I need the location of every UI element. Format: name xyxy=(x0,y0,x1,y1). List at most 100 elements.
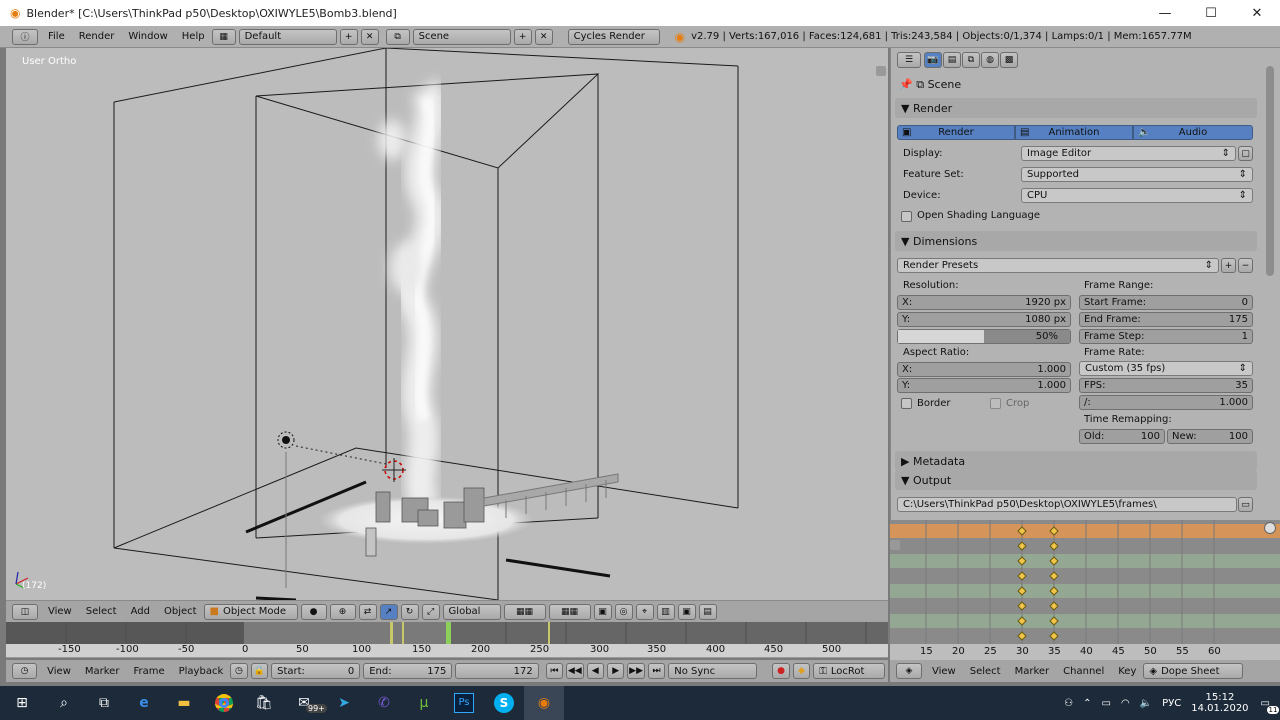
scene-selector[interactable]: Scene xyxy=(412,28,511,45)
menu-render[interactable]: Render xyxy=(72,31,122,42)
layer-lock-icon[interactable]: ▣ xyxy=(593,603,612,620)
notifications-icon[interactable]: ▭ 11 xyxy=(1261,698,1280,714)
keying-set-select[interactable]: ⚿ LocRot xyxy=(813,663,885,679)
display-select[interactable]: Image Editor ⇕ xyxy=(1021,146,1236,161)
orientation-select[interactable]: Global xyxy=(442,603,501,620)
start-frame-field[interactable]: Start: 0 xyxy=(271,663,361,679)
metadata-panel-header[interactable]: ▶ Metadata xyxy=(895,451,1257,471)
wifi-icon[interactable]: ◠ xyxy=(1121,698,1130,709)
record-icon[interactable]: ● xyxy=(772,663,790,679)
region-toggle-icon[interactable] xyxy=(876,66,886,76)
blender-task-icon[interactable]: ◉ xyxy=(524,686,564,720)
mode-select[interactable]: ■ Object Mode xyxy=(203,603,298,620)
shading-icon[interactable]: ● xyxy=(300,603,327,620)
clock[interactable]: 15:12 14.01.2020 xyxy=(1191,692,1248,714)
file-explorer-icon[interactable]: ▬ xyxy=(164,686,204,720)
texture-tab-icon[interactable]: ▩ xyxy=(1000,52,1018,68)
lock-interface-icon[interactable]: ▢ xyxy=(1238,146,1253,161)
resolution-x-field[interactable]: X: 1920 px xyxy=(897,295,1071,310)
menu-marker[interactable]: Marker xyxy=(1008,666,1057,677)
frame-step-field[interactable]: Frame Step: 1 xyxy=(1079,329,1253,344)
menu-help[interactable]: Help xyxy=(175,31,212,42)
dope-sheet[interactable]: 15 20 25 30 35 40 45 50 55 60 xyxy=(890,520,1280,660)
screen-selector[interactable]: Default xyxy=(238,28,337,45)
scrollbar-thumb[interactable] xyxy=(1266,66,1274,276)
battery-icon[interactable]: ▭ xyxy=(1102,698,1111,709)
play-icon[interactable]: ▶ xyxy=(606,663,625,679)
next-key-icon[interactable]: ▶▶ xyxy=(627,663,645,679)
world-tab-icon[interactable]: ◍ xyxy=(981,52,999,68)
translate-icon[interactable]: ↗ xyxy=(379,603,398,620)
end-frame-field[interactable]: End: 175 xyxy=(363,663,453,679)
windows-start-icon[interactable]: ⊞ xyxy=(0,686,44,720)
proportional-edit-icon[interactable]: ◎ xyxy=(614,603,633,620)
chrome-icon[interactable] xyxy=(204,686,244,720)
remap-old-field[interactable]: Old: 100 xyxy=(1079,429,1165,444)
remove-preset-icon[interactable]: − xyxy=(1238,258,1253,273)
photoshop-icon[interactable]: Ps xyxy=(444,686,484,720)
render-layers-tab-icon[interactable]: ▤ xyxy=(943,52,961,68)
telegram-icon[interactable]: ➤ xyxy=(324,686,364,720)
audio-button[interactable]: 🔈 Audio xyxy=(1133,125,1253,140)
opengl-anim-icon[interactable]: ▤ xyxy=(698,603,717,620)
3d-viewport[interactable]: User Ortho (172) xyxy=(6,48,888,600)
snap-icon[interactable]: ⌖ xyxy=(635,603,654,620)
dimensions-panel-header[interactable]: ▼ Dimensions xyxy=(895,231,1257,251)
render-tab-icon[interactable]: 📷 xyxy=(924,52,942,68)
animation-button[interactable]: ▤ Animation xyxy=(1015,125,1133,140)
lock-icon[interactable]: 🔒 xyxy=(250,663,269,679)
language-indicator[interactable]: РУС xyxy=(1162,698,1181,709)
menu-view[interactable]: View xyxy=(925,666,963,677)
skype-icon[interactable]: S xyxy=(484,686,524,720)
scale-icon[interactable]: ⤢ xyxy=(421,603,440,620)
editor-type-icon[interactable]: ☰ xyxy=(897,52,921,68)
dope-scroll-thumb[interactable] xyxy=(1264,522,1276,534)
end-frame-field[interactable]: End Frame: 175 xyxy=(1079,312,1253,327)
jump-start-icon[interactable]: ⏮ xyxy=(545,663,564,679)
menu-select[interactable]: Select xyxy=(79,606,124,617)
maximize-button[interactable]: ☐ xyxy=(1188,0,1234,26)
utorrent-icon[interactable]: µ xyxy=(404,686,444,720)
sync-select[interactable]: No Sync xyxy=(668,663,758,679)
output-path-field[interactable]: C:\Users\ThinkPad p50\Desktop\OXIWYLE5\f… xyxy=(897,497,1237,512)
fps-base-field[interactable]: /: 1.000 xyxy=(1079,395,1253,410)
frame-rate-select[interactable]: Custom (35 fps) ⇕ xyxy=(1079,361,1253,376)
menu-view[interactable]: View xyxy=(40,666,78,677)
pivot-icon[interactable]: ⊕ xyxy=(329,603,356,620)
properties-editor[interactable]: ☰ 📷 ▤ ⧉ ◍ ▩ 📌 ⧉ Scene ▼ Render ▣ Render ▤… xyxy=(890,48,1262,520)
opengl-render-icon[interactable]: ▣ xyxy=(677,603,696,620)
start-frame-field[interactable]: Start Frame: 0 xyxy=(1079,295,1253,310)
minimize-button[interactable]: — xyxy=(1142,0,1188,26)
keyframe-icon[interactable]: ◆ xyxy=(792,663,811,679)
output-panel-header[interactable]: ▼ Output xyxy=(895,470,1257,490)
volume-icon[interactable]: 🔈 xyxy=(1140,698,1152,709)
keyframe-icon[interactable] xyxy=(1017,541,1027,551)
aspect-x-field[interactable]: X: 1.000 xyxy=(897,362,1071,377)
search-icon[interactable]: ⌕ xyxy=(44,686,84,720)
feature-set-select[interactable]: Supported ⇕ xyxy=(1021,167,1253,182)
close-button[interactable]: ✕ xyxy=(1234,0,1280,26)
editor-type-icon[interactable]: ◷ xyxy=(12,663,38,679)
store-icon[interactable]: 🛍 xyxy=(244,686,284,720)
dope-mode-select[interactable]: ◈ Dope Sheet xyxy=(1143,663,1244,679)
editor-type-icon[interactable]: ◈ xyxy=(896,663,922,679)
resolution-percentage-slider[interactable]: 50% xyxy=(897,329,1071,344)
pin-icon[interactable]: 📌 xyxy=(899,78,913,91)
screen-layout-icon[interactable]: ▦ xyxy=(211,28,236,45)
viber-icon[interactable]: ✆ xyxy=(364,686,404,720)
timeline-ruler[interactable]: -150 -100 -50 0 50 100 150 200 250 300 3… xyxy=(6,644,888,658)
manipulator-toggle-icon[interactable]: ⇄ xyxy=(358,603,377,620)
edge-icon[interactable]: e xyxy=(124,686,164,720)
scene-icon[interactable]: ⧉ xyxy=(385,28,410,45)
menu-object[interactable]: Object xyxy=(157,606,204,617)
prev-key-icon[interactable]: ◀◀ xyxy=(566,663,584,679)
dope-ruler[interactable]: 15 20 25 30 35 40 45 50 55 60 xyxy=(890,644,1280,660)
aspect-y-field[interactable]: Y: 1.000 xyxy=(897,378,1071,393)
resolution-y-field[interactable]: Y: 1080 px xyxy=(897,312,1071,327)
play-reverse-icon[interactable]: ◀ xyxy=(586,663,604,679)
keyframe-icon[interactable] xyxy=(1049,541,1059,551)
menu-view[interactable]: View xyxy=(41,606,79,617)
menu-marker[interactable]: Marker xyxy=(78,666,127,677)
render-panel-header[interactable]: ▼ Render xyxy=(895,98,1257,118)
timeline-keys[interactable] xyxy=(6,622,888,644)
